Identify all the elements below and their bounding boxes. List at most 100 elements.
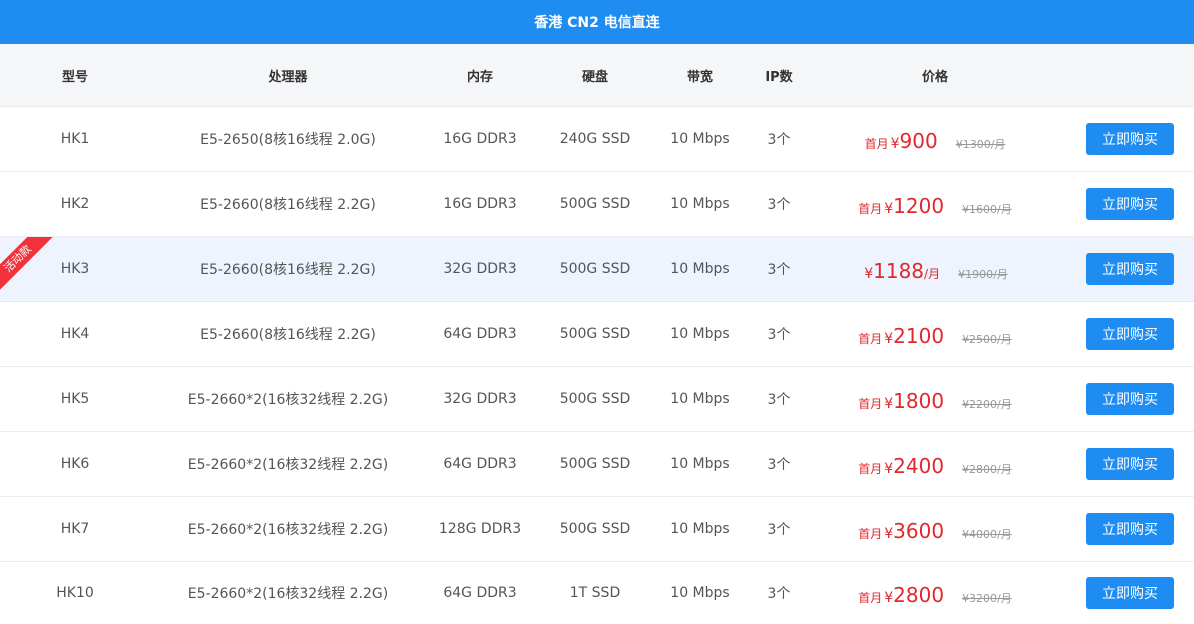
memory-cell: 16G DDR3 bbox=[443, 131, 517, 147]
original-price: ¥3200/月 bbox=[962, 591, 1012, 605]
price-prefix: 首月 bbox=[858, 396, 883, 411]
ip-cell: 3个 bbox=[767, 197, 791, 213]
original-price: ¥2800/月 bbox=[962, 462, 1012, 476]
table-row: HK7 E5-2660*2(16核32线程 2.2G) 128G DDR3 50… bbox=[0, 497, 1194, 562]
original-price: ¥1900/月 bbox=[958, 267, 1008, 281]
buy-now-button[interactable]: 立即购买 bbox=[1086, 188, 1174, 220]
price-prefix: 首月 bbox=[858, 590, 883, 605]
disk-cell: 500G SSD bbox=[559, 391, 631, 407]
cpu-cell: E5-2660(8核16线程 2.2G) bbox=[200, 327, 376, 343]
table-row-promo: 活动款 HK3 E5-2660(8核16线程 2.2G) 32G DDR3 50… bbox=[0, 237, 1194, 302]
price-cell: 首月 ¥ 1200 ¥1600/月 bbox=[820, 172, 1050, 236]
bandwidth-cell: 10 Mbps bbox=[670, 521, 730, 537]
price-currency: ¥ bbox=[864, 265, 874, 282]
table-row: HK1 E5-2650(8核16线程 2.0G) 16G DDR3 240G S… bbox=[0, 107, 1194, 172]
bandwidth-cell: 10 Mbps bbox=[670, 131, 730, 147]
price-value: 1200 bbox=[893, 193, 945, 218]
cpu-cell: E5-2660(8核16线程 2.2G) bbox=[200, 197, 376, 213]
price-prefix: 首月 bbox=[858, 461, 883, 476]
header-cpu: 处理器 bbox=[268, 69, 308, 85]
price-currency: ¥ bbox=[884, 525, 894, 542]
model-cell: HK4 bbox=[60, 326, 90, 342]
disk-cell: 240G SSD bbox=[559, 131, 631, 147]
price-cell: 首月 ¥ 2100 ¥2500/月 bbox=[820, 302, 1050, 366]
price-currency: ¥ bbox=[884, 589, 894, 606]
price-currency: ¥ bbox=[884, 460, 894, 477]
price-prefix: 首月 bbox=[858, 331, 883, 346]
model-cell: HK5 bbox=[60, 391, 90, 407]
price-value: 2400 bbox=[893, 453, 945, 478]
header-model: 型号 bbox=[61, 69, 88, 85]
buy-cell: 立即购买 bbox=[1080, 237, 1180, 301]
disk-cell: 1T SSD bbox=[569, 585, 621, 601]
buy-now-button[interactable]: 立即购买 bbox=[1086, 448, 1174, 480]
memory-cell: 128G DDR3 bbox=[438, 521, 522, 537]
buy-now-button[interactable]: 立即购买 bbox=[1086, 577, 1174, 609]
price-cell: 首月 ¥ 1800 ¥2200/月 bbox=[820, 367, 1050, 431]
header-price: 价格 bbox=[921, 69, 948, 85]
ip-cell: 3个 bbox=[767, 327, 791, 343]
disk-cell: 500G SSD bbox=[559, 196, 631, 212]
header-disk: 硬盘 bbox=[581, 69, 608, 85]
memory-cell: 64G DDR3 bbox=[443, 585, 517, 601]
table-row: HK4 E5-2660(8核16线程 2.2G) 64G DDR3 500G S… bbox=[0, 302, 1194, 367]
original-price: ¥1600/月 bbox=[962, 202, 1012, 216]
price-value: 900 bbox=[899, 128, 938, 153]
disk-cell: 500G SSD bbox=[559, 521, 631, 537]
buy-now-button[interactable]: 立即购买 bbox=[1086, 318, 1174, 350]
buy-now-button[interactable]: 立即购买 bbox=[1086, 253, 1174, 285]
table-row: HK10 E5-2660*2(16核32线程 2.2G) 64G DDR3 1T… bbox=[0, 562, 1194, 624]
buy-cell: 立即购买 bbox=[1080, 172, 1180, 236]
cpu-cell: E5-2660*2(16核32线程 2.2G) bbox=[187, 522, 389, 538]
model-cell: HK1 bbox=[60, 131, 90, 147]
buy-now-button[interactable]: 立即购买 bbox=[1086, 123, 1174, 155]
price-value: 1188 bbox=[873, 258, 925, 283]
model-cell: HK10 bbox=[56, 585, 94, 601]
price-value: 3600 bbox=[893, 518, 945, 543]
table-row: HK5 E5-2660*2(16核32线程 2.2G) 32G DDR3 500… bbox=[0, 367, 1194, 432]
memory-cell: 32G DDR3 bbox=[443, 261, 517, 277]
buy-cell: 立即购买 bbox=[1080, 432, 1180, 496]
header-memory: 内存 bbox=[466, 69, 493, 85]
model-cell: HK6 bbox=[60, 456, 90, 472]
price-currency: ¥ bbox=[890, 135, 900, 152]
memory-cell: 64G DDR3 bbox=[443, 456, 517, 472]
price-cell: ¥ 1188 /月 ¥1900/月 bbox=[820, 237, 1050, 301]
table-row: HK2 E5-2660(8核16线程 2.2G) 16G DDR3 500G S… bbox=[0, 172, 1194, 237]
buy-now-button[interactable]: 立即购买 bbox=[1086, 513, 1174, 545]
buy-cell: 立即购买 bbox=[1080, 107, 1180, 171]
ip-cell: 3个 bbox=[767, 262, 791, 278]
ip-cell: 3个 bbox=[767, 586, 791, 602]
buy-cell: 立即购买 bbox=[1080, 302, 1180, 366]
buy-now-button[interactable]: 立即购买 bbox=[1086, 383, 1174, 415]
header-bandwidth: 带宽 bbox=[686, 69, 713, 85]
price-prefix: 首月 bbox=[858, 201, 883, 216]
bandwidth-cell: 10 Mbps bbox=[670, 585, 730, 601]
bandwidth-cell: 10 Mbps bbox=[670, 261, 730, 277]
buy-cell: 立即购买 bbox=[1080, 562, 1180, 624]
model-cell: HK3 bbox=[60, 261, 90, 277]
ip-cell: 3个 bbox=[767, 522, 791, 538]
table-row: HK6 E5-2660*2(16核32线程 2.2G) 64G DDR3 500… bbox=[0, 432, 1194, 497]
price-currency: ¥ bbox=[884, 330, 894, 347]
original-price: ¥4000/月 bbox=[962, 527, 1012, 541]
ip-cell: 3个 bbox=[767, 457, 791, 473]
bandwidth-cell: 10 Mbps bbox=[670, 456, 730, 472]
price-value: 1800 bbox=[893, 388, 945, 413]
price-value: 2800 bbox=[893, 582, 945, 607]
price-unit: /月 bbox=[924, 266, 941, 281]
table-title: 香港 CN2 电信直连 bbox=[0, 0, 1194, 44]
price-value: 2100 bbox=[893, 323, 945, 348]
disk-cell: 500G SSD bbox=[559, 261, 631, 277]
table-header: 型号 处理器 内存 硬盘 带宽 IP数 价格 bbox=[0, 44, 1194, 107]
bandwidth-cell: 10 Mbps bbox=[670, 196, 730, 212]
model-cell: HK7 bbox=[60, 521, 90, 537]
price-currency: ¥ bbox=[884, 395, 894, 412]
bandwidth-cell: 10 Mbps bbox=[670, 391, 730, 407]
cpu-cell: E5-2660*2(16核32线程 2.2G) bbox=[187, 392, 389, 408]
cpu-cell: E5-2660*2(16核32线程 2.2G) bbox=[187, 457, 389, 473]
original-price: ¥2500/月 bbox=[962, 332, 1012, 346]
ip-cell: 3个 bbox=[767, 392, 791, 408]
disk-cell: 500G SSD bbox=[559, 326, 631, 342]
memory-cell: 64G DDR3 bbox=[443, 326, 517, 342]
